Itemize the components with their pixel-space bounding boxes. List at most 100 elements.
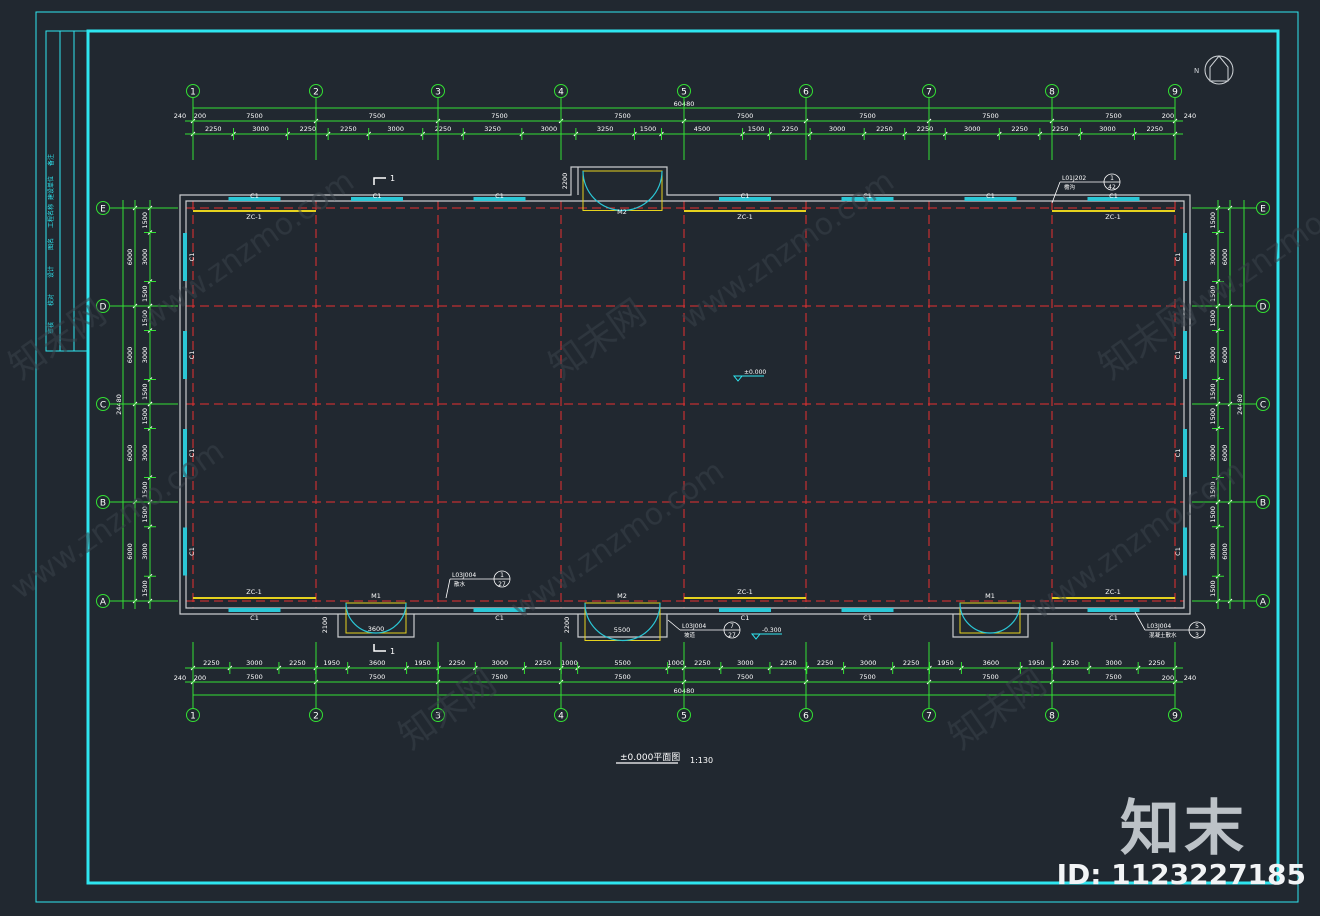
dim-text: 3000 — [141, 249, 149, 266]
watermark-cn: 知末网 知末网 知末网 知末网 知末网 — [2, 292, 1204, 758]
window-label: C1 — [188, 547, 196, 556]
dim-text: 240 — [1184, 112, 1196, 120]
dim-text: 1950 — [937, 659, 954, 667]
floor-plan-drawing: 备注建设单位工程名称图名设计校对审核 N 6048075007500750075… — [2, 11, 1320, 903]
dim-text: 200 — [194, 112, 206, 120]
level-mark — [732, 375, 764, 382]
window-label: C1 — [1174, 351, 1182, 360]
window-label: C1 — [188, 351, 196, 360]
door-height-label: 2200 — [563, 617, 571, 634]
dim-text: 240 — [174, 674, 186, 682]
axis-bubble-label: 5 — [681, 712, 687, 722]
title-block-text: 设计 — [47, 266, 55, 278]
title-block-text: 建设单位 — [47, 176, 55, 200]
dim-text: 2250 — [903, 659, 920, 667]
dim-text: 6000 — [1221, 543, 1229, 560]
dim-text: 6000 — [1221, 347, 1229, 364]
window-label: C1 — [1174, 449, 1182, 458]
section-mark-label: 1 — [390, 174, 395, 183]
dim-text: 3600 — [983, 659, 1000, 667]
dim-text: 4500 — [694, 125, 711, 133]
dim-text: 3000 — [964, 125, 981, 133]
title-block-text: 备注 — [47, 154, 55, 166]
callout-note: 檐沟 — [1064, 183, 1076, 191]
dim-text: 7500 — [1105, 112, 1122, 120]
window-c1 — [1183, 233, 1187, 281]
window-c1 — [183, 331, 187, 379]
dim-text: 1500 — [1209, 212, 1217, 229]
dim-text: 3000 — [1209, 445, 1217, 462]
level-mark — [750, 633, 782, 640]
svg-text:www.znzmo.com: www.znzmo.com — [5, 434, 231, 607]
axis-bubble-label: 9 — [1172, 88, 1178, 98]
door-m2-top-leaf — [622, 170, 663, 212]
window-label: C1 — [1174, 253, 1182, 262]
dim-text: 7500 — [369, 112, 386, 120]
dim-text: 200 — [1162, 674, 1174, 682]
door-label: M1 — [985, 592, 995, 600]
callout-page: 27 — [728, 632, 736, 639]
axis-bubble-label: 2 — [313, 712, 319, 722]
dim-text: 2250 — [782, 125, 799, 133]
dim-text: 1500 — [748, 125, 765, 133]
dim-text: 2250 — [289, 659, 306, 667]
axis-bubble-label: 8 — [1049, 712, 1055, 722]
dim-text: 1500 — [1209, 408, 1217, 425]
dim-text: 3000 — [860, 659, 877, 667]
window-label: C1 — [986, 192, 995, 200]
svg-text:www.znzmo.com: www.znzmo.com — [675, 164, 901, 337]
window-label: C1 — [741, 614, 750, 622]
door-height-label: 2200 — [561, 173, 569, 190]
dim-text: 6000 — [126, 249, 134, 266]
svg-text:知末网: 知末网 — [2, 292, 114, 388]
callout-code: L03J004 — [452, 572, 476, 579]
svg-text:www.znzmo.com: www.znzmo.com — [135, 164, 361, 337]
title-block-text: 工程名称 — [47, 204, 55, 228]
dim-text: 3000 — [141, 347, 149, 364]
window-c1 — [1183, 429, 1187, 477]
dim-text: 3000 — [387, 125, 404, 133]
dim-text: 2250 — [435, 125, 452, 133]
door-width-label: 5500 — [614, 626, 631, 634]
window-label: C1 — [863, 614, 872, 622]
door-m2-frame — [584, 602, 661, 641]
watermark-lines: www.znzmo.com www.znzmo.com www.znzmo.co… — [5, 164, 1320, 627]
dim-text: 7500 — [1105, 673, 1122, 681]
window-c1 — [1183, 527, 1187, 576]
window-strip-label: ZC-1 — [737, 213, 752, 221]
dim-text: 2250 — [205, 125, 222, 133]
callout-leader — [445, 578, 451, 599]
axis-bubble-label: 3 — [435, 88, 441, 98]
dim-text: 1000 — [668, 659, 685, 667]
window-c1 — [183, 527, 187, 576]
axis-bubble-label: 6 — [803, 712, 809, 722]
dim-text: 2250 — [876, 125, 893, 133]
section-mark-label: 1 — [390, 647, 395, 656]
dim-text: 2250 — [300, 125, 317, 133]
window-c1 — [228, 608, 281, 612]
dim-text: 3600 — [369, 659, 386, 667]
dim-text: 2250 — [535, 659, 552, 667]
dim-text: 7500 — [614, 112, 631, 120]
window-strip-label: ZC-1 — [1105, 213, 1120, 221]
dim-text: 7500 — [614, 673, 631, 681]
door-width-label: 3600 — [368, 625, 385, 633]
dim-text: 3000 — [541, 125, 558, 133]
axis-bubble-label: 9 — [1172, 712, 1178, 722]
axis-bubble-label: 7 — [926, 88, 932, 98]
axis-bubble-label: A — [100, 598, 107, 608]
dim-text: 2250 — [1052, 125, 1069, 133]
callout-note: 散水 — [454, 580, 466, 588]
drawing-title: ±0.000平面图 — [620, 752, 680, 763]
sheet-inner-border — [86, 29, 1280, 885]
dim-text: 1950 — [414, 659, 431, 667]
door-m2-leaf — [622, 602, 661, 642]
door-label: M1 — [371, 592, 381, 600]
watermark-id: ID: 1123227185 — [1056, 858, 1306, 891]
callout-leader — [1134, 611, 1146, 631]
callout-code: L01J202 — [1062, 175, 1086, 182]
dim-text: 3000 — [737, 659, 754, 667]
dim-text: 3000 — [246, 659, 263, 667]
dim-text: 3000 — [1209, 347, 1217, 364]
dim-text: 200 — [1162, 112, 1174, 120]
